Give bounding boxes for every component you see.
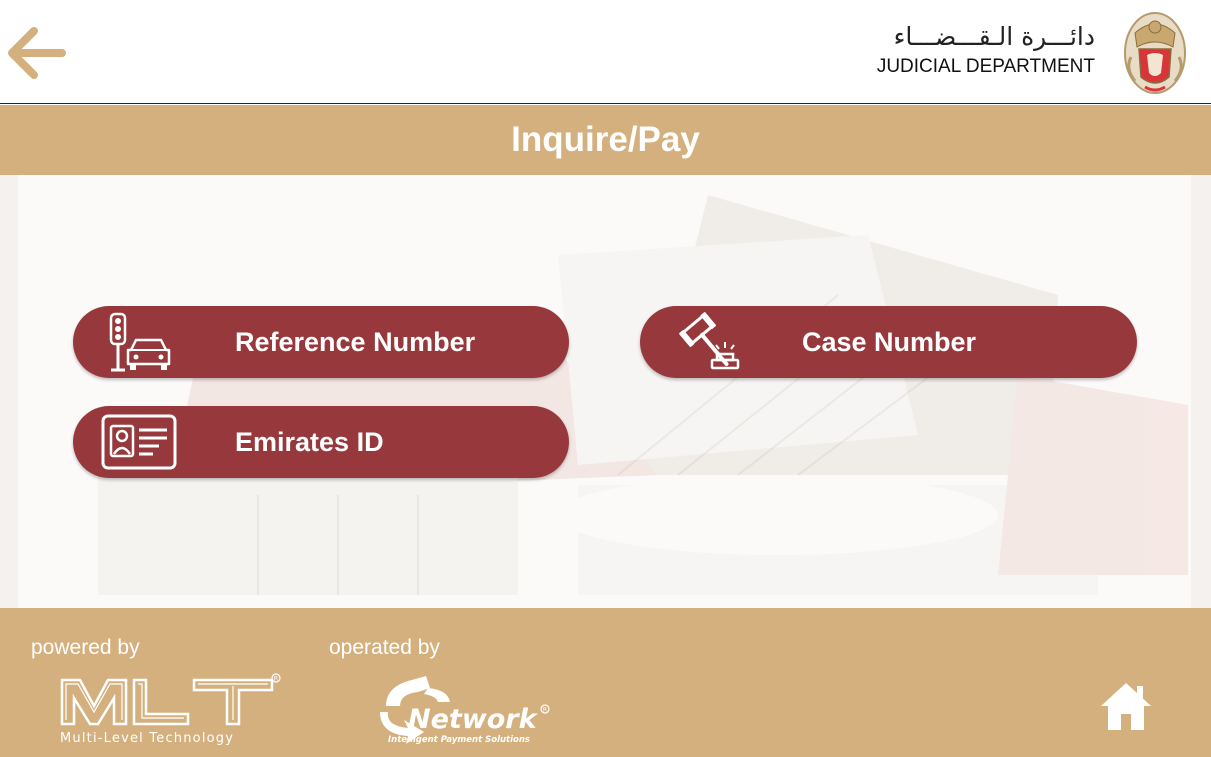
network-tagline: Intelligent Payment Solutions [388,735,530,745]
content-panel [18,175,1191,608]
powered-by-label: powered by [31,636,140,659]
main-content: Reference Number Case Number Emirates ID [0,175,1211,608]
mlt-tagline: Multi-Level Technology [60,731,234,746]
back-arrow-icon [8,27,66,79]
case-number-label: Case Number [802,326,977,357]
courthouse-background-image [98,195,1188,595]
network-logo-text: Network [408,704,539,735]
abu-dhabi-emblem-logo [1124,12,1186,94]
svg-text:R: R [543,707,547,714]
brand-arabic-name: دائـــرة الـقـــضـــاء [893,22,1095,51]
back-button[interactable] [8,26,68,80]
mlt-logo: R Multi-Level Technology [60,673,281,746]
page-title: Inquire/Pay [511,120,700,159]
page-title-bar: Inquire/Pay [0,105,1211,175]
emirates-id-button[interactable]: Emirates ID [73,406,569,478]
network-logo: Network R Intelligent Payment Solutions [380,676,550,745]
gavel-icon [679,312,740,370]
app-footer: powered by operated by R Multi-Level Tec… [0,608,1211,757]
traffic-light-car-icon [109,312,171,372]
operated-by-label: operated by [329,636,440,659]
reference-number-button[interactable]: Reference Number [73,306,569,378]
case-number-button[interactable]: Case Number [640,306,1137,378]
emirates-id-label: Emirates ID [235,426,384,457]
id-card-icon [101,414,177,470]
svg-text:R: R [274,676,278,683]
judicial-department-brand: دائـــرة الـقـــضـــاء JUDICIAL DEPARTME… [877,22,1095,78]
reference-number-label: Reference Number [235,326,476,357]
home-button[interactable] [1099,680,1153,732]
brand-english-name: JUDICIAL DEPARTMENT [876,56,1095,77]
home-icon [1101,683,1151,730]
app-header: دائـــرة الـقـــضـــاء JUDICIAL DEPARTME… [0,0,1211,104]
